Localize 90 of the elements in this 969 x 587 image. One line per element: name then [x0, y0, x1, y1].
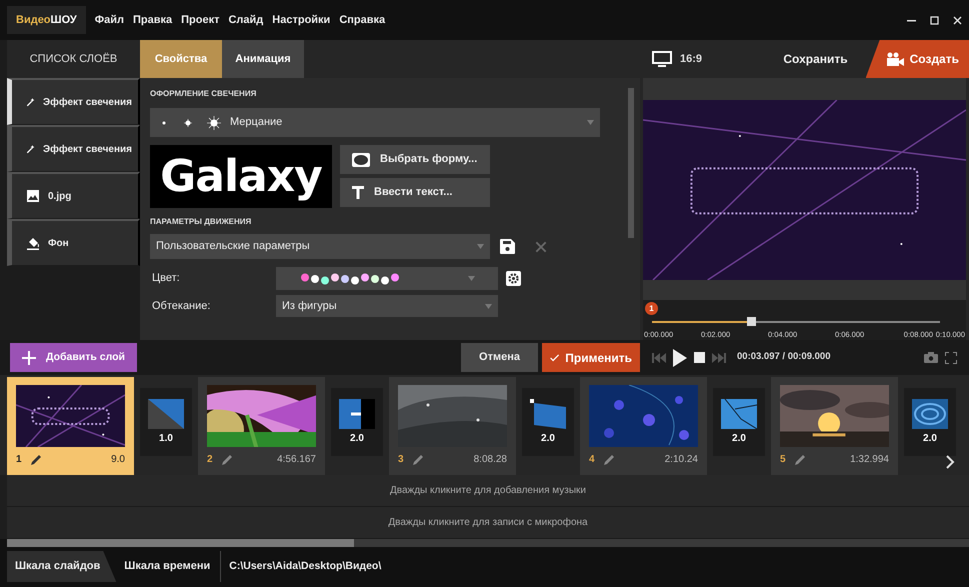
- audio-track[interactable]: Дважды кликните для добавления музыки: [7, 475, 969, 507]
- transition-card[interactable]: 2.0: [331, 388, 383, 456]
- slide-card[interactable]: 2 4:56.167: [198, 377, 325, 475]
- caret-icon: [485, 304, 492, 308]
- slide-number: 1: [16, 452, 22, 466]
- ellipse-shape-icon: [352, 152, 370, 166]
- layer-item[interactable]: Фон: [7, 219, 140, 266]
- field-label: Цвет:: [151, 271, 181, 286]
- pencil-icon[interactable]: [604, 454, 615, 464]
- audio-track[interactable]: Дважды кликните для записи с микрофона: [7, 507, 969, 539]
- slide-duration: 4:56.167: [277, 452, 316, 466]
- folder-path: C:\Users\Aida\Desktop\Видео\: [220, 551, 382, 582]
- menu-item[interactable]: Правка: [132, 12, 172, 28]
- transition-duration: 1.0: [159, 432, 173, 446]
- slide-duration: 9.0: [111, 452, 125, 466]
- pencil-icon[interactable]: [222, 454, 233, 464]
- video-camera-icon: [886, 52, 904, 66]
- section-title: ПАРАМЕТРЫ ДВИЖЕНИЯ: [150, 216, 252, 228]
- paint-bucket-icon: [26, 236, 40, 250]
- transition-duration: 2.0: [732, 432, 746, 446]
- track-hint: Дважды кликните для записи с микрофона: [388, 516, 588, 530]
- transition-card[interactable]: 2.0: [522, 388, 574, 456]
- slide-number: 4: [589, 452, 595, 466]
- chevron-right-icon[interactable]: [946, 455, 955, 469]
- preset-dropdown[interactable]: Пользовательские параметры: [150, 234, 490, 259]
- slide-number: 3: [398, 452, 404, 466]
- layer-item[interactable]: Эффект свечения: [7, 78, 140, 125]
- layer-item[interactable]: 0.jpg: [7, 172, 140, 219]
- pencil-icon[interactable]: [794, 454, 806, 464]
- slide-number: 2: [207, 452, 213, 466]
- caret-icon: [477, 244, 484, 249]
- transition-card[interactable]: 2.0: [904, 388, 956, 456]
- tab[interactable]: Шкала времени: [116, 551, 218, 582]
- slide-duration: 1:32.994: [850, 452, 889, 466]
- play-icon[interactable]: [673, 348, 687, 366]
- color-dropdown[interactable]: [276, 267, 498, 290]
- scrollbar[interactable]: [7, 539, 969, 547]
- monitor-icon: [652, 51, 672, 67]
- slide-card[interactable]: 1 9.0: [7, 377, 134, 475]
- track-hint: Дважды кликните для добавления музыки: [390, 484, 586, 498]
- settings-icon[interactable]: [506, 271, 521, 286]
- tab[interactable]: Анимация: [222, 40, 304, 78]
- slide-duration: 2:10.24: [664, 452, 698, 466]
- panel-title: СПИСОК СЛОЁВ: [28, 52, 118, 67]
- transition-duration: 2.0: [923, 432, 937, 446]
- transition-card[interactable]: 1.0: [140, 388, 192, 456]
- cancel-button[interactable]: Отмена: [461, 343, 538, 372]
- slide-card[interactable]: 5 1:32.994: [771, 377, 898, 475]
- aspect-ratio-label: 16:9: [680, 52, 702, 67]
- menu-item[interactable]: Настройки: [272, 12, 330, 28]
- tab[interactable]: Шкала слайдов: [7, 551, 116, 582]
- style-dropdown[interactable]: Мерцание: [150, 108, 600, 137]
- time-display: 00:03.097 / 00:09.000: [737, 350, 830, 364]
- layer-item[interactable]: Эффект свечения: [7, 125, 140, 172]
- slide-number: 5: [780, 452, 786, 466]
- text-icon: [352, 186, 364, 199]
- plus-icon: [22, 350, 36, 364]
- shape-button[interactable]: Ввести текст...: [340, 178, 490, 207]
- maximize-icon[interactable]: [930, 16, 939, 24]
- menu-item[interactable]: Слайд: [228, 12, 264, 28]
- slide-duration: 8:08.28: [474, 452, 507, 466]
- transition-card[interactable]: 2.0: [713, 388, 765, 456]
- check-icon: [550, 352, 560, 364]
- save-icon[interactable]: [500, 239, 515, 254]
- seek-handle[interactable]: [747, 317, 756, 326]
- menu-item[interactable]: Файл: [94, 12, 124, 28]
- pencil-icon[interactable]: [30, 454, 42, 464]
- slide-card[interactable]: 3 8:08.28: [389, 377, 516, 475]
- add-layer-button[interactable]: Добавить слой: [10, 343, 137, 372]
- pencil-icon[interactable]: [412, 454, 424, 464]
- fullscreen-icon[interactable]: [945, 352, 957, 364]
- section-title: ОФОРМЛЕНИЕ СВЕЧЕНИЯ: [150, 88, 258, 100]
- wrap-dropdown[interactable]: Из фигуры: [276, 295, 498, 317]
- shape-button[interactable]: Выбрать форму...: [340, 145, 490, 174]
- transition-duration: 2.0: [541, 432, 555, 446]
- image-icon: [26, 189, 40, 203]
- logo: ВидеоШОУ: [7, 6, 86, 34]
- transition-duration: 2.0: [350, 432, 364, 446]
- apply-button[interactable]: Применить: [542, 343, 640, 372]
- create-button[interactable]: Создать: [866, 40, 969, 78]
- caret-icon: [468, 276, 475, 281]
- menu-item[interactable]: Справка: [339, 12, 386, 28]
- caret-icon: [587, 120, 594, 125]
- slide-card[interactable]: 4 2:10.24: [580, 377, 707, 475]
- marker-pin[interactable]: 1: [645, 302, 658, 315]
- shape-preview: Galaxy: [150, 145, 332, 208]
- menu-item[interactable]: Проект: [181, 12, 220, 28]
- camera-icon[interactable]: [924, 352, 938, 363]
- field-label: Обтекание:: [151, 298, 212, 314]
- save-button[interactable]: Сохранить: [777, 49, 854, 69]
